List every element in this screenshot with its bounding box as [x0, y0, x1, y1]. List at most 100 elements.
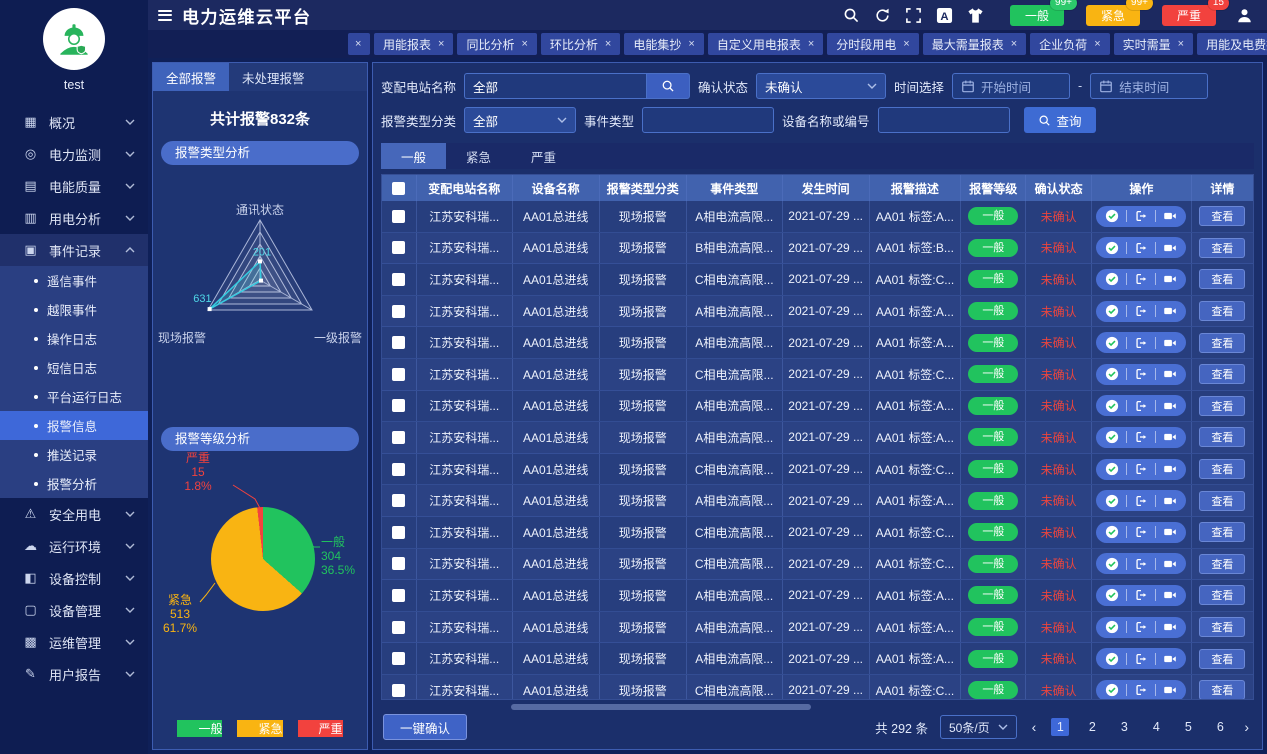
page-number-button[interactable]: 5	[1179, 718, 1197, 736]
avatar[interactable]	[43, 8, 105, 70]
tab[interactable]: 最大需量报表 ×	[923, 33, 1026, 55]
export-icon[interactable]	[1134, 336, 1148, 350]
sidebar-subitem[interactable]: 越限事件	[0, 295, 148, 324]
row-checkbox[interactable]	[392, 305, 405, 318]
row-checkbox[interactable]	[392, 652, 405, 665]
next-page-button[interactable]: ›	[1241, 719, 1252, 735]
confirm-icon[interactable]	[1105, 367, 1119, 381]
sidebar-subitem[interactable]: 推送记录	[0, 440, 148, 469]
camera-icon[interactable]	[1163, 336, 1177, 350]
camera-icon[interactable]	[1163, 683, 1177, 697]
camera-icon[interactable]	[1163, 620, 1177, 634]
export-icon[interactable]	[1134, 683, 1148, 697]
view-button[interactable]: 查看	[1199, 585, 1245, 605]
tab[interactable]: 自定义用电报表 ×	[708, 33, 823, 55]
export-icon[interactable]	[1134, 620, 1148, 634]
confirm-icon[interactable]	[1105, 241, 1119, 255]
export-icon[interactable]	[1134, 272, 1148, 286]
table-level-tab[interactable]: 紧急	[446, 143, 511, 169]
tab-close-icon[interactable]: ×	[903, 38, 909, 50]
row-checkbox[interactable]	[392, 210, 405, 223]
tab-close-icon[interactable]: ×	[438, 38, 444, 50]
view-button[interactable]: 查看	[1199, 617, 1245, 637]
confirm-icon[interactable]	[1105, 557, 1119, 571]
confirm-icon[interactable]	[1105, 588, 1119, 602]
sidebar-item[interactable]: ▤ 电能质量	[0, 170, 148, 202]
camera-icon[interactable]	[1163, 367, 1177, 381]
tab-close-icon[interactable]: ×	[808, 38, 814, 50]
camera-icon[interactable]	[1163, 557, 1177, 571]
row-checkbox[interactable]	[392, 431, 405, 444]
theme-icon[interactable]	[967, 7, 984, 24]
table-level-tab[interactable]: 严重	[511, 143, 576, 169]
sidebar-subitem[interactable]: 短信日志	[0, 353, 148, 382]
view-button[interactable]: 查看	[1199, 269, 1245, 289]
sidebar-item[interactable]: ✎ 用户报告	[0, 658, 148, 690]
view-button[interactable]: 查看	[1199, 364, 1245, 384]
sidebar-item[interactable]: ◧ 设备控制	[0, 562, 148, 594]
prev-page-button[interactable]: ‹	[1029, 719, 1040, 735]
row-checkbox[interactable]	[392, 336, 405, 349]
sidebar-subitem[interactable]: 平台运行日志	[0, 382, 148, 411]
search-icon[interactable]	[843, 7, 860, 24]
confirm-icon[interactable]	[1105, 462, 1119, 476]
row-checkbox[interactable]	[392, 273, 405, 286]
tab-close-icon[interactable]: ×	[605, 38, 611, 50]
row-checkbox[interactable]	[392, 463, 405, 476]
export-icon[interactable]	[1134, 304, 1148, 318]
tab[interactable]: ×	[348, 33, 370, 55]
sidebar-subitem[interactable]: 报警信息	[0, 411, 148, 440]
row-checkbox[interactable]	[392, 494, 405, 507]
tab-close-icon[interactable]: ×	[521, 38, 527, 50]
menu-toggle-icon[interactable]	[158, 10, 172, 21]
view-button[interactable]: 查看	[1199, 396, 1245, 416]
row-checkbox[interactable]	[392, 621, 405, 634]
sidebar-item[interactable]: ☁ 运行环境	[0, 530, 148, 562]
confirm-icon[interactable]	[1105, 399, 1119, 413]
confirm-status-select[interactable]: 未确认	[756, 73, 886, 99]
confirm-icon[interactable]	[1105, 494, 1119, 508]
confirm-icon[interactable]	[1105, 272, 1119, 286]
tab[interactable]: 用能报表 ×	[374, 33, 453, 55]
export-icon[interactable]	[1134, 367, 1148, 381]
row-checkbox[interactable]	[392, 589, 405, 602]
table-level-tab[interactable]: 一般	[381, 143, 446, 169]
alarm-panel-tab[interactable]: 全部报警	[153, 63, 229, 91]
tab-close-icon[interactable]: ×	[1178, 38, 1184, 50]
page-number-button[interactable]: 4	[1147, 718, 1165, 736]
view-button[interactable]: 查看	[1199, 238, 1245, 258]
view-button[interactable]: 查看	[1199, 522, 1245, 542]
tab-close-icon[interactable]: ×	[688, 38, 694, 50]
export-icon[interactable]	[1134, 652, 1148, 666]
view-button[interactable]: 查看	[1199, 427, 1245, 447]
export-icon[interactable]	[1134, 209, 1148, 223]
scrollbar-thumb[interactable]	[511, 704, 811, 710]
view-button[interactable]: 查看	[1199, 680, 1245, 699]
tab-close-icon[interactable]: ×	[1094, 38, 1100, 50]
export-icon[interactable]	[1134, 399, 1148, 413]
select-all-checkbox[interactable]	[392, 182, 405, 195]
export-icon[interactable]	[1134, 557, 1148, 571]
confirm-icon[interactable]	[1105, 209, 1119, 223]
view-button[interactable]: 查看	[1199, 301, 1245, 321]
sidebar-item[interactable]: ⚠ 安全用电	[0, 498, 148, 530]
row-checkbox[interactable]	[392, 399, 405, 412]
tab[interactable]: 企业负荷 ×	[1030, 33, 1109, 55]
export-icon[interactable]	[1134, 494, 1148, 508]
row-checkbox[interactable]	[392, 557, 405, 570]
user-icon[interactable]	[1236, 7, 1253, 24]
camera-icon[interactable]	[1163, 430, 1177, 444]
sidebar-subitem[interactable]: 报警分析	[0, 469, 148, 498]
confirm-icon[interactable]	[1105, 683, 1119, 697]
view-button[interactable]: 查看	[1199, 491, 1245, 511]
export-icon[interactable]	[1134, 525, 1148, 539]
view-button[interactable]: 查看	[1199, 333, 1245, 353]
tab[interactable]: 电能集抄 ×	[624, 33, 703, 55]
alarm-type-select[interactable]: 全部	[464, 107, 576, 133]
confirm-all-button[interactable]: 一键确认	[383, 714, 467, 740]
start-date-input[interactable]: 开始时间	[952, 73, 1070, 99]
export-icon[interactable]	[1134, 241, 1148, 255]
confirm-icon[interactable]	[1105, 430, 1119, 444]
station-search-button[interactable]	[646, 73, 690, 99]
row-checkbox[interactable]	[392, 526, 405, 539]
